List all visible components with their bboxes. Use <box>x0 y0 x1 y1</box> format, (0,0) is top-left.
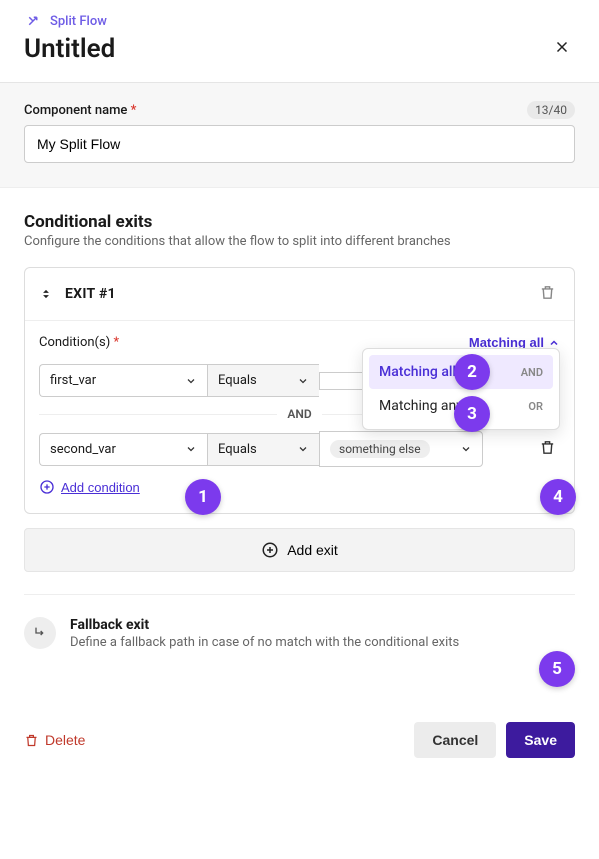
conditional-exits-subtitle: Configure the conditions that allow the … <box>24 234 575 249</box>
chevron-down-icon <box>297 375 309 387</box>
variable-select[interactable]: first_var <box>39 364 207 397</box>
page-title: Untitled <box>24 34 575 64</box>
panel-header: Split Flow Untitled <box>0 0 599 83</box>
component-name-input[interactable] <box>24 125 575 163</box>
fallback-arrow-icon <box>32 625 48 641</box>
close-icon <box>553 38 571 56</box>
component-name-label: Component name * <box>24 103 136 118</box>
chevron-up-icon <box>548 337 560 349</box>
plus-circle-icon <box>39 479 55 495</box>
marker-1: 1 <box>185 479 221 515</box>
chevron-down-icon <box>297 443 309 455</box>
trash-icon <box>24 733 39 748</box>
char-counter: 13/40 <box>527 101 575 119</box>
split-flow-icon <box>24 12 42 30</box>
conditional-exits-title: Conditional exits <box>24 212 575 232</box>
trash-icon <box>539 439 556 456</box>
chevron-down-icon <box>185 443 197 455</box>
add-condition-button[interactable]: Add condition <box>39 479 140 495</box>
conditions-label: Condition(s) * <box>39 335 119 350</box>
delete-exit-button[interactable] <box>535 280 560 308</box>
chevron-down-icon <box>460 443 472 455</box>
fallback-subtitle: Define a fallback path in case of no mat… <box>70 635 459 650</box>
value-pill: something else <box>330 440 430 458</box>
operator-select[interactable]: Equals <box>207 433 319 466</box>
collapse-icon[interactable] <box>39 287 53 301</box>
trash-icon <box>539 284 556 301</box>
component-name-section: Component name * 13/40 <box>0 83 599 188</box>
add-exit-button[interactable]: Add exit <box>24 528 575 572</box>
exit-name: EXIT #1 <box>65 286 116 302</box>
save-button[interactable]: Save <box>506 722 575 758</box>
marker-5: 5 <box>539 651 575 687</box>
condition-row: second_var Equals something else <box>39 431 560 467</box>
component-type-label: Split Flow <box>50 14 107 29</box>
marker-3: 3 <box>454 396 490 432</box>
operator-select[interactable]: Equals <box>207 364 319 397</box>
footer: Delete Cancel Save <box>0 704 599 776</box>
fallback-title: Fallback exit <box>70 617 459 633</box>
value-select[interactable]: something else <box>319 431 483 467</box>
marker-4: 4 <box>540 479 576 515</box>
marker-2: 2 <box>454 354 490 390</box>
cancel-button[interactable]: Cancel <box>414 722 496 758</box>
variable-select[interactable]: second_var <box>39 433 207 466</box>
close-button[interactable] <box>549 34 575 63</box>
delete-button[interactable]: Delete <box>24 732 85 748</box>
fallback-icon-wrap <box>24 617 56 649</box>
fallback-exit-section: Fallback exit Define a fallback path in … <box>24 617 575 650</box>
chevron-down-icon <box>185 375 197 387</box>
plus-circle-icon <box>261 541 279 559</box>
exit-card: EXIT #1 Condition(s) * Matching all firs… <box>24 267 575 514</box>
delete-condition-button[interactable] <box>535 435 560 463</box>
